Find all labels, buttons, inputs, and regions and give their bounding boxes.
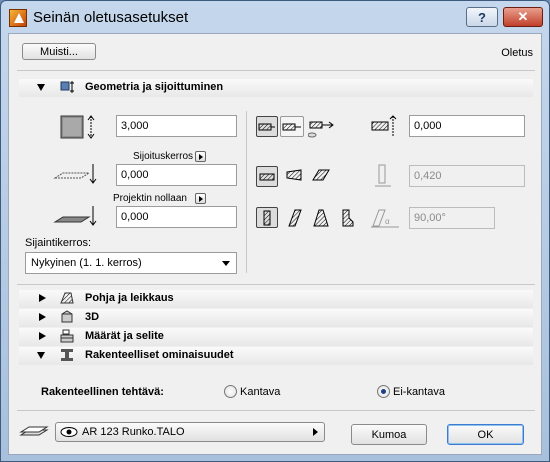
- collapsed-triangle-icon: [39, 313, 46, 321]
- elevation-icon: [53, 206, 97, 226]
- expanded-triangle-icon: [37, 84, 45, 91]
- section-3d-title: 3D: [85, 311, 100, 323]
- slanted-wall-icon[interactable]: [285, 208, 305, 228]
- profiled-wall-icon[interactable]: [337, 208, 357, 228]
- listing-icon: [60, 329, 74, 343]
- help-button[interactable]: ?: [466, 7, 498, 27]
- 3d-model-icon: [61, 310, 73, 323]
- non-load-bearing-label: Ei-kantava: [393, 386, 445, 398]
- project-zero-label: Projektin nollaan: [113, 193, 187, 204]
- chevron-right-icon: [313, 428, 318, 436]
- divider: [17, 70, 535, 71]
- section-listing-header[interactable]: Määrät ja selite: [19, 328, 533, 346]
- dialog-window: Seinän oletusasetukset ? ✕ Muisti... Ole…: [0, 0, 550, 462]
- svg-text:α: α: [385, 217, 390, 226]
- floor-plan-icon: [60, 292, 74, 304]
- slant-thickness-input[interactable]: 0,420: [409, 165, 525, 187]
- straight-wall-button[interactable]: [256, 166, 278, 187]
- cancel-button[interactable]: Kumoa: [351, 424, 427, 445]
- section-structural-title: Rakenteelliset ominaisuudet: [85, 349, 234, 361]
- wall-angle-icon: α: [371, 209, 399, 228]
- trapezoid-wall-icon[interactable]: [285, 168, 305, 184]
- home-story-label: Sijaintikerros:: [25, 237, 92, 249]
- section-floor-plan-header[interactable]: Pohja ja leikkaus: [19, 290, 533, 308]
- vertical-wall-button[interactable]: [256, 207, 278, 228]
- section-geometry-title: Geometria ja sijoittuminen: [85, 81, 224, 93]
- title-bar[interactable]: Seinän oletusasetukset ? ✕: [1, 1, 549, 31]
- layer-value: AR 123 Runko.TALO: [82, 426, 185, 438]
- non-load-bearing-radio[interactable]: [377, 385, 390, 398]
- wall-reference-center-icon: [282, 123, 301, 130]
- polygonal-wall-icon[interactable]: [311, 168, 331, 184]
- project-zero-arrow-button[interactable]: [195, 193, 206, 204]
- vertical-wall-icon: [263, 210, 271, 225]
- wall-height-input[interactable]: 3,000: [116, 115, 237, 137]
- wall-reference-outside-icon: [258, 123, 275, 130]
- geometry-icon: [60, 81, 74, 93]
- placement-layer-arrow-button[interactable]: [195, 151, 206, 162]
- window-title: Seinän oletusasetukset: [33, 9, 189, 26]
- collapsed-triangle-icon: [39, 294, 46, 302]
- layer-select-button[interactable]: AR 123 Runko.TALO: [55, 422, 325, 442]
- home-story-select[interactable]: Nykyinen (1. 1. kerros): [25, 252, 237, 274]
- reference-line-center-button[interactable]: [280, 116, 304, 137]
- wall-thickness-input[interactable]: 0,000: [409, 115, 525, 137]
- expanded-triangle-icon: [37, 352, 45, 359]
- reference-line-outside-button[interactable]: [256, 116, 278, 137]
- double-slanted-wall-icon[interactable]: [311, 208, 331, 228]
- section-listing-title: Määrät ja selite: [85, 330, 164, 342]
- chevron-down-icon: [222, 261, 230, 266]
- eye-icon: [60, 427, 78, 437]
- home-story-value: Nykyinen (1. 1. kerros): [31, 257, 142, 269]
- close-icon: ✕: [517, 9, 529, 24]
- question-mark-icon: ?: [478, 9, 486, 25]
- wall-reference-inside-icon[interactable]: [308, 118, 336, 140]
- section-geometry-header[interactable]: Geometria ja sijoittuminen: [19, 79, 533, 97]
- divider: [17, 284, 535, 285]
- section-3d-header[interactable]: 3D: [19, 309, 533, 327]
- layers-icon: [19, 426, 49, 436]
- divider: [17, 410, 535, 411]
- section-structural-header[interactable]: Rakenteelliset ominaisuudet: [19, 347, 533, 365]
- ok-button[interactable]: OK: [447, 424, 524, 445]
- elevation-input[interactable]: 0,000: [116, 206, 237, 228]
- close-button[interactable]: ✕: [503, 7, 543, 27]
- structural-beam-icon: [61, 349, 73, 361]
- placement-layer-label: Sijoituskerros: [133, 151, 194, 162]
- app-icon: [9, 9, 27, 27]
- wall-height-icon: [60, 115, 95, 139]
- dialog-body: Muisti... Oletus Geometria ja sijoittumi…: [8, 33, 542, 455]
- section-floor-plan-title: Pohja ja leikkaus: [85, 292, 174, 304]
- structural-function-label: Rakenteellinen tehtävä:: [41, 386, 164, 398]
- offset-icon: [53, 164, 97, 184]
- memory-button[interactable]: Muisti...: [22, 43, 96, 60]
- load-bearing-label: Kantava: [240, 386, 281, 398]
- collapsed-triangle-icon: [39, 332, 46, 340]
- slant-thickness-icon: [375, 164, 391, 187]
- wall-thickness-icon: [371, 115, 397, 136]
- load-bearing-radio[interactable]: [224, 385, 237, 398]
- column-divider: [246, 111, 247, 273]
- offset-input[interactable]: 0,000: [116, 164, 237, 186]
- wall-angle-input[interactable]: 90,00°: [409, 207, 495, 229]
- straight-wall-icon: [259, 173, 275, 180]
- defaults-label: Oletus: [501, 47, 533, 59]
